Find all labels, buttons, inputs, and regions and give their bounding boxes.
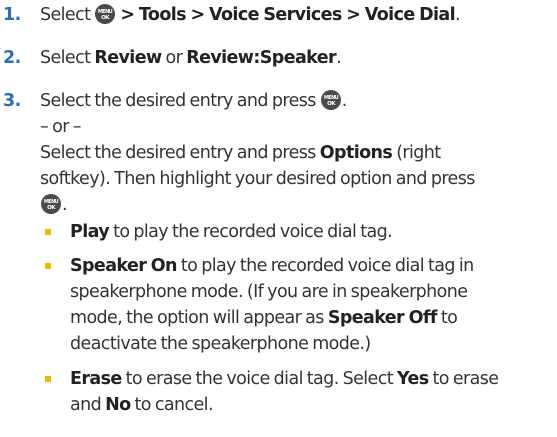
yes-label: Yes: [396, 369, 429, 389]
bullet-description: to erase the voice dial tag. Select: [125, 369, 394, 389]
menu-ok-key-icon: MENU OK: [95, 4, 116, 24]
step-number: 3.: [3, 91, 21, 111]
bullet-description: to play the recorded voice dial tag in: [180, 256, 474, 276]
option-review: Review: [94, 48, 162, 68]
key-glyph-bottom: OK: [47, 205, 56, 211]
bullet-marker: [45, 263, 51, 269]
bullet-description: to cancel.: [134, 395, 214, 415]
bullet-line: mode, the option will appear as Speaker …: [70, 305, 553, 331]
bullet-line: Play to play the recorded voice dial tag…: [70, 219, 553, 245]
step-line: Select MENU OK > Tools > Voice Services >…: [40, 2, 557, 28]
bullet-term: Play: [70, 222, 110, 242]
step-suffix: .: [341, 91, 348, 111]
bullet-term: Erase: [70, 369, 122, 389]
bullet-marker: [45, 229, 51, 235]
menu-ok-key-icon: MENU OK: [41, 194, 61, 214]
menu-ok-key-icon: MENU OK: [320, 90, 341, 110]
bullet-line: speakerphone mode. (If you are in speake…: [70, 282, 468, 302]
step-number: 2.: [3, 48, 21, 68]
no-label: No: [105, 395, 131, 415]
connector: or: [165, 48, 183, 68]
or-separator: – or –: [40, 117, 82, 137]
step-line: softkey). Then highlight your desired op…: [40, 169, 475, 189]
menu-path: > Tools > Voice Services > Voice Dial: [120, 5, 456, 25]
step-text: Select Review or Review:Speaker.: [40, 45, 557, 71]
bullet-text: Speaker On to play the recorded voice di…: [70, 253, 553, 357]
step-line-text: Select the desired entry and press: [40, 91, 316, 111]
bullet-line: and No to cancel.: [70, 392, 553, 418]
step-line: MENU OK.: [40, 192, 557, 218]
bullet-description: mode, the option will appear as: [70, 308, 324, 328]
key-glyph-bottom: OK: [101, 15, 110, 21]
speaker-off-label: Speaker Off: [327, 308, 438, 328]
bullet-description: to play the recorded voice dial tag.: [113, 222, 393, 242]
step-line-text: (right: [396, 143, 441, 163]
bullet-text: Erase to erase the voice dial tag. Selec…: [70, 366, 553, 418]
step-prefix: Select: [40, 48, 91, 68]
step-prefix: Select: [40, 5, 91, 25]
instruction-document: 1. Select MENU OK > Tools > Voice Service…: [0, 0, 557, 437]
step-suffix: .: [455, 5, 461, 25]
step-suffix: .: [62, 195, 68, 215]
bullet-line: Erase to erase the voice dial tag. Selec…: [70, 366, 553, 392]
step-text: Select the desired entry and press MENU O…: [40, 88, 557, 218]
bullet-description: to: [440, 308, 458, 328]
bullet-term: Speaker On: [70, 256, 178, 276]
bullet-line: Speaker On to play the recorded voice di…: [70, 253, 553, 279]
bullet-text: Play to play the recorded voice dial tag…: [70, 219, 553, 245]
step-suffix: .: [336, 48, 342, 68]
step-line: Select Review or Review:Speaker.: [40, 45, 557, 71]
step-line-text: Select the desired entry and press: [40, 143, 316, 163]
option-review-speaker: Review:Speaker: [186, 48, 337, 68]
step-number: 1.: [3, 5, 21, 25]
bullet-marker: [45, 376, 51, 382]
step-line: Select the desired entry and press MENU O…: [40, 88, 557, 114]
step-line: Select the desired entry and press Optio…: [40, 140, 557, 166]
bullet-line: deactivate the speakerphone mode.): [70, 334, 371, 354]
step-text: Select MENU OK > Tools > Voice Services >…: [40, 2, 557, 28]
bullet-description: and: [70, 395, 102, 415]
key-glyph-bottom: OK: [327, 101, 336, 107]
options-softkey-label: Options: [319, 143, 393, 163]
bullet-description: to erase: [432, 369, 500, 389]
